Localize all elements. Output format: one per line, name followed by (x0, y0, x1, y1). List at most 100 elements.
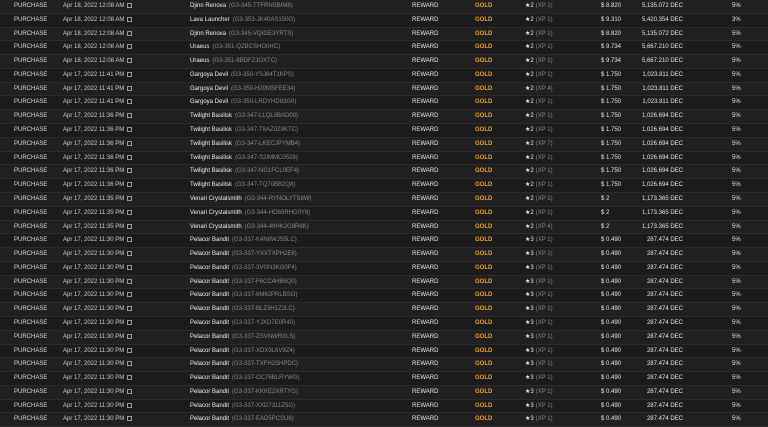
transaction-date: Apr 17, 2022 11:30 PM (63, 361, 133, 368)
transaction-date-text: Apr 17, 2022 11:36 PM (63, 182, 125, 189)
external-link-icon[interactable] (127, 71, 133, 77)
table-row: PURCHASE Apr 17, 2022 11:41 PM Gargoya D… (0, 82, 768, 97)
external-link-icon[interactable] (127, 58, 133, 64)
usd-price: $ 0.490 (601, 375, 622, 382)
card-cell: Pelacor Bandit (G3-337-YXXTXPH2E8) (190, 251, 297, 258)
usd-price: $ 1.750 (601, 113, 622, 120)
external-link-icon[interactable] (127, 113, 133, 119)
external-link-icon[interactable] (127, 402, 133, 408)
external-link-icon[interactable] (127, 168, 133, 174)
transaction-type: PURCHASE (14, 195, 48, 202)
edition-label: REWARD (412, 44, 439, 51)
card-name[interactable]: Pelacor Bandit (190, 389, 229, 395)
external-link-icon[interactable] (127, 416, 133, 422)
card-name[interactable]: Uraeus (190, 58, 209, 64)
external-link-icon[interactable] (127, 3, 133, 8)
card-name[interactable]: Djinn Renova (190, 3, 226, 9)
card-name[interactable]: Venari Crystalsmith (190, 224, 242, 230)
transaction-date-text: Apr 17, 2022 11:30 PM (63, 416, 125, 423)
card-name[interactable]: Pelacor Bandit (190, 306, 229, 312)
card-name[interactable]: Venari Crystalsmith (190, 196, 242, 202)
card-name[interactable]: Pelacor Bandit (190, 334, 229, 340)
level-cell: ★2 (XP 4) (525, 86, 553, 93)
transaction-date: Apr 17, 2022 11:30 PM (63, 416, 133, 423)
transaction-date-text: Apr 18, 2022 12:08 AM (63, 30, 125, 37)
card-level: 3 (530, 306, 534, 313)
foil-label: GOLD (475, 347, 493, 354)
card-name[interactable]: Pelacor Bandit (190, 348, 229, 354)
card-cell: Pelacor Bandit (G3-337-EAD5PCSU8) (190, 416, 294, 423)
card-name[interactable]: Twilight Basilisk (190, 141, 232, 147)
card-name[interactable]: Pelacor Bandit (190, 251, 229, 257)
external-link-icon[interactable] (127, 347, 133, 353)
transaction-type: PURCHASE (14, 85, 48, 92)
card-cell: Pelacor Bandit (G3-337-BLZ3H1Z2LC) (190, 306, 295, 313)
edition-label: REWARD (412, 237, 439, 244)
external-link-icon[interactable] (127, 388, 133, 394)
external-link-icon[interactable] (127, 223, 133, 229)
card-name[interactable]: Pelacor Bandit (190, 403, 229, 409)
external-link-icon[interactable] (127, 264, 133, 270)
card-name[interactable]: Gargoya Devil (190, 72, 228, 78)
dec-price: 287.474 DEC (646, 347, 683, 354)
usd-price: $ 9.734 (601, 44, 622, 51)
external-link-icon[interactable] (127, 333, 133, 339)
card-name[interactable]: Pelacor Bandit (190, 265, 229, 271)
card-name[interactable]: Twilight Basilisk (190, 155, 232, 161)
card-name[interactable]: Twilight Basilisk (190, 113, 232, 119)
table-row: PURCHASE Apr 17, 2022 11:30 PM Pelacor B… (0, 372, 768, 386)
external-link-icon[interactable] (127, 85, 133, 91)
external-link-icon[interactable] (127, 127, 133, 133)
card-cell: Lava Launcher (G3-353-JK40AS150G) (190, 17, 295, 24)
card-name[interactable]: Gargoya Devil (190, 86, 228, 92)
card-name[interactable]: Pelacor Bandit (190, 416, 229, 422)
external-link-icon[interactable] (127, 182, 133, 188)
card-name[interactable]: Uraeus (190, 44, 209, 50)
transaction-date: Apr 17, 2022 11:36 PM (63, 113, 133, 120)
external-link-icon[interactable] (127, 251, 133, 257)
external-link-icon[interactable] (127, 361, 133, 367)
card-name[interactable]: Pelacor Bandit (190, 279, 229, 285)
edition-label: REWARD (412, 402, 439, 409)
transaction-date-text: Apr 17, 2022 11:30 PM (63, 319, 125, 326)
external-link-icon[interactable] (127, 154, 133, 160)
transaction-date-text: Apr 17, 2022 11:36 PM (63, 113, 125, 120)
external-link-icon[interactable] (127, 319, 133, 325)
card-id: (G3-347-NG1FCL0EF4) (235, 168, 300, 175)
card-level: 3 (530, 237, 534, 244)
external-link-icon[interactable] (127, 195, 133, 201)
external-link-icon[interactable] (127, 278, 133, 284)
table-row: PURCHASE Apr 17, 2022 11:30 PM Pelacor B… (0, 385, 768, 400)
table-row: PURCHASE Apr 17, 2022 11:30 PM Pelacor B… (0, 330, 768, 345)
external-link-icon[interactable] (127, 44, 133, 50)
external-link-icon[interactable] (127, 99, 133, 105)
table-row: PURCHASE Apr 17, 2022 11:30 PM Pelacor B… (0, 303, 768, 317)
card-name[interactable]: Twilight Basilisk (190, 168, 232, 174)
card-name[interactable]: Pelacor Bandit (190, 361, 229, 367)
card-name[interactable]: Gargoya Devil (190, 99, 228, 105)
dec-price: 287.474 DEC (646, 333, 683, 340)
card-name[interactable]: Pelacor Bandit (190, 375, 229, 381)
card-name[interactable]: Pelacor Bandit (190, 320, 229, 326)
card-xp: (XP 1) (535, 168, 553, 175)
card-name[interactable]: Venari Crystalsmith (190, 210, 242, 216)
edition-label: REWARD (412, 3, 439, 9)
external-link-icon[interactable] (127, 140, 133, 146)
external-link-icon[interactable] (127, 237, 133, 243)
external-link-icon[interactable] (127, 292, 133, 298)
card-name[interactable]: Twilight Basilisk (190, 127, 232, 133)
card-name[interactable]: Pelacor Bandit (190, 292, 229, 298)
foil-label: GOLD (475, 223, 493, 230)
card-name[interactable]: Pelacor Bandit (190, 237, 229, 243)
external-link-icon[interactable] (127, 30, 133, 36)
table-row: PURCHASE Apr 17, 2022 11:36 PM Twilight … (0, 165, 768, 180)
card-name[interactable]: Lava Launcher (190, 17, 230, 23)
usd-price: $ 0.490 (601, 416, 622, 423)
card-name[interactable]: Twilight Basilisk (190, 182, 232, 188)
usd-price: $ 0.490 (601, 333, 622, 340)
external-link-icon[interactable] (127, 16, 133, 22)
external-link-icon[interactable] (127, 209, 133, 215)
external-link-icon[interactable] (127, 375, 133, 381)
external-link-icon[interactable] (127, 306, 133, 312)
card-name[interactable]: Djinn Renova (190, 31, 226, 37)
